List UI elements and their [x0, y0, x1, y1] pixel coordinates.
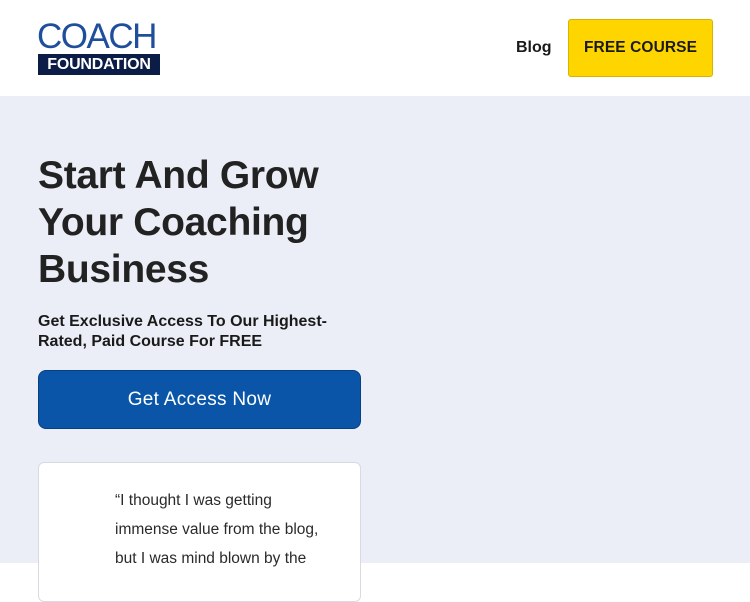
hero-title: Start And Grow Your Coaching Business — [38, 154, 319, 291]
get-access-now-button[interactable]: Get Access Now — [38, 370, 361, 429]
logo-wordmark-coach: COACH — [37, 17, 157, 56]
hero-section: Start And Grow Your Coaching Business Ge… — [0, 96, 750, 602]
site-header: COACH FOUNDATION Blog FREE COURSE — [0, 0, 750, 96]
coach-foundation-logo[interactable]: COACH FOUNDATION — [37, 17, 160, 75]
free-course-button[interactable]: FREE COURSE — [568, 19, 713, 77]
logo-wordmark-foundation: FOUNDATION — [38, 54, 160, 75]
testimonial-quote: “I thought I was getting immense value f… — [115, 492, 319, 567]
hero-subtitle: Get Exclusive Access To Our Highest-Rate… — [38, 313, 327, 350]
nav-blog-link[interactable]: Blog — [516, 38, 552, 58]
testimonial-card: “I thought I was getting immense value f… — [38, 462, 361, 602]
